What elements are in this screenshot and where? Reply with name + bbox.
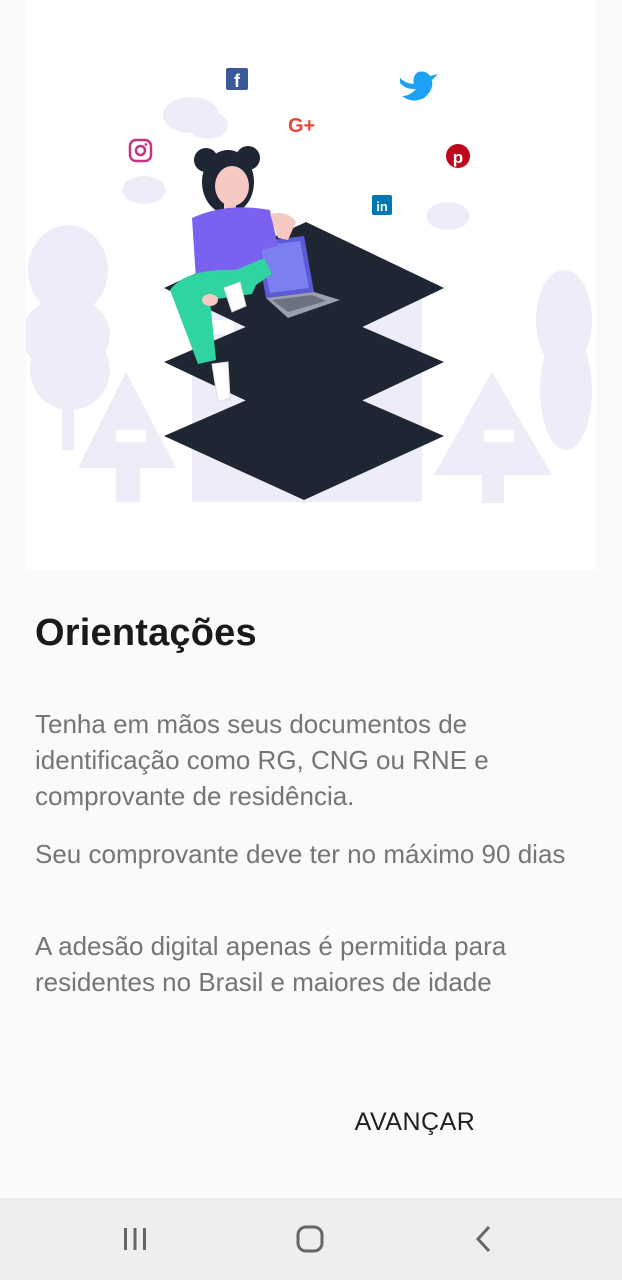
pinterest-icon: p [446, 144, 470, 168]
illustration-card: f G+ p in [26, 0, 596, 570]
svg-text:G+: G+ [288, 115, 315, 137]
orientation-paragraph-eligibility: A adesão digital apenas é permitida para… [35, 931, 507, 997]
facebook-icon: f [226, 68, 248, 91]
svg-text:f: f [234, 71, 241, 91]
back-icon [475, 1225, 491, 1253]
orientation-paragraph-proof-of-address: Seu comprovante deve ter no máximo 90 di… [35, 839, 566, 869]
instagram-icon [128, 138, 153, 163]
home-icon [296, 1225, 324, 1253]
page-title: Orientações [35, 612, 257, 654]
recent-apps-icon [124, 1228, 146, 1250]
google-plus-icon: G+ [288, 115, 315, 137]
home-button[interactable] [280, 1216, 340, 1262]
system-navigation-bar [0, 1198, 622, 1280]
svg-text:in: in [376, 199, 388, 214]
svg-text:p: p [453, 148, 463, 167]
linkedin-icon: in [372, 195, 392, 215]
next-button[interactable]: AVANÇAR [340, 1098, 490, 1146]
orientation-illustration: f G+ p in [26, 68, 592, 503]
twitter-icon [400, 71, 438, 101]
back-button[interactable] [454, 1216, 514, 1262]
orientation-paragraph-documents: Tenha em mãos seus documentos de identif… [35, 709, 489, 811]
recent-apps-button[interactable] [105, 1216, 165, 1262]
onboarding-screen: f G+ p in Orientações Tenha em mãos seus… [0, 0, 622, 1280]
